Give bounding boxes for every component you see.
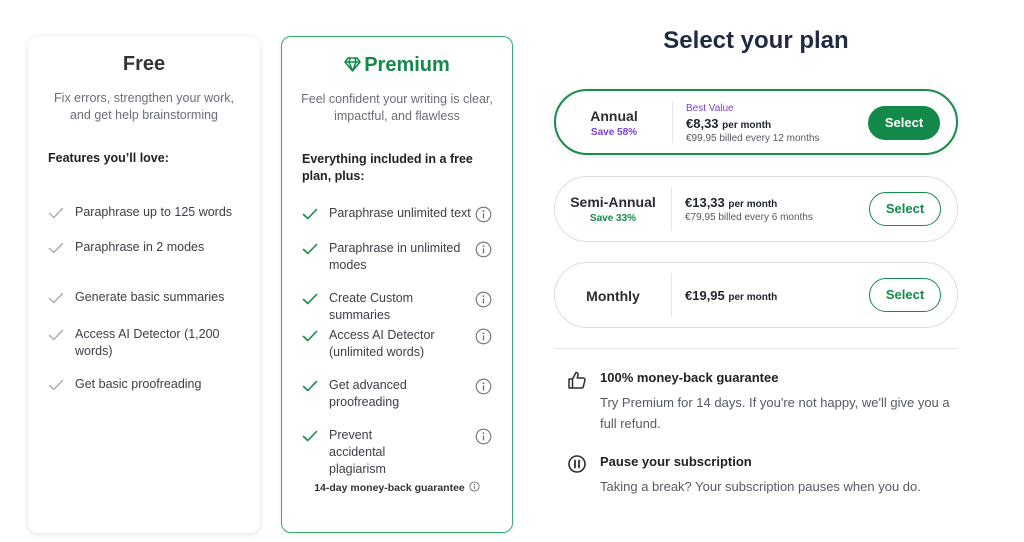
thumbs-up-icon	[568, 371, 586, 389]
plan-name: Monthly	[586, 288, 640, 304]
premium-guarantee-text: 14-day money-back guarantee	[314, 482, 465, 494]
info-icon[interactable]	[475, 206, 492, 223]
select-monthly-button[interactable]: Select	[869, 278, 941, 312]
plan-option-annual[interactable]: Annual Save 58% Best Value €8,33 per mon…	[554, 89, 958, 155]
plan-option-semi-annual[interactable]: Semi-Annual Save 33% €13,33 per month €7…	[554, 176, 958, 242]
plan-price-period: per month	[728, 292, 778, 303]
premium-feature-label: Prevent accidental plagiarism	[329, 428, 386, 476]
premium-plan-description: Feel confident your writing is clear, im…	[301, 92, 493, 123]
premium-feature-label: Create Custom summaries	[329, 291, 414, 322]
free-plan-card: Free Fix errors, strengthen your work, a…	[28, 36, 260, 533]
free-feature-item: Paraphrase in 2 modes	[48, 239, 246, 256]
plan-name: Annual	[590, 108, 638, 124]
free-feature-item: Paraphrase up to 125 words	[48, 204, 246, 221]
info-icon[interactable]	[475, 328, 492, 345]
premium-feature-label: Access AI Detector (unlimited words)	[329, 328, 435, 359]
checkmark-icon	[302, 293, 318, 305]
info-icon[interactable]	[475, 241, 492, 258]
best-value-badge: Best Value	[686, 103, 734, 114]
select-annual-button[interactable]: Select	[868, 106, 940, 140]
plan-divider	[671, 187, 672, 231]
premium-plan-title-text: Premium	[364, 54, 450, 76]
checkmark-icon	[48, 292, 64, 304]
free-feature-item: Get basic proofreading	[48, 376, 246, 393]
checkmark-icon	[302, 430, 318, 442]
info-icon[interactable]	[475, 291, 492, 308]
free-plan-title: Free	[122, 53, 166, 75]
benefit-text: Try Premium for 14 days. If you're not h…	[600, 395, 950, 431]
plan-name: Semi-Annual	[570, 194, 656, 210]
plan-price: €8,33 per month	[686, 116, 771, 131]
plan-option-monthly[interactable]: Monthly €19,95 per month Select	[554, 262, 958, 328]
free-feature-label: Access AI Detector (1,200 words)	[75, 327, 220, 358]
free-feature-label: Paraphrase up to 125 words	[75, 205, 233, 219]
free-feature-label: Generate basic summaries	[75, 290, 225, 304]
plan-price: €19,95 per month	[685, 288, 777, 303]
premium-feature-label: Paraphrase unlimited text	[329, 206, 471, 220]
free-feature-item: Access AI Detector (1,200 words)	[48, 326, 224, 360]
plan-price: €13,33 per month	[685, 195, 777, 210]
premium-feature-label: Paraphrase in unlimited modes	[329, 241, 461, 272]
premium-feature-item: Get advanced proofreading	[302, 377, 498, 411]
plan-divider	[671, 273, 672, 317]
plan-billing-note: €99,95 billed every 12 months	[686, 133, 820, 144]
page-title: Select your plan	[663, 27, 849, 54]
checkmark-icon	[48, 379, 64, 391]
premium-features-heading: Everything included in a free plan, plus…	[302, 152, 473, 183]
checkmark-icon	[48, 329, 64, 341]
free-feature-label: Get basic proofreading	[75, 377, 202, 391]
premium-guarantee-note: 14-day money-back guarantee	[282, 481, 512, 494]
checkmark-icon	[302, 208, 318, 220]
plan-price-period: per month	[728, 199, 778, 210]
premium-feature-item: Paraphrase in unlimited modes	[302, 240, 498, 274]
premium-feature-item: Create Custom summaries	[302, 290, 498, 324]
benefit-text: Taking a break? Your subscription pauses…	[600, 479, 921, 494]
info-icon[interactable]	[469, 481, 480, 492]
select-semi-annual-button[interactable]: Select	[869, 192, 941, 226]
info-icon[interactable]	[475, 378, 492, 395]
premium-feature-label: Get advanced proofreading	[329, 378, 407, 409]
checkmark-icon	[48, 207, 64, 219]
checkmark-icon	[302, 330, 318, 342]
divider	[554, 348, 958, 349]
checkmark-icon	[48, 242, 64, 254]
plan-price-amount: €19,95	[685, 288, 725, 303]
plan-price-amount: €8,33	[686, 116, 719, 131]
premium-feature-item: Paraphrase unlimited text	[302, 205, 498, 223]
premium-feature-item: Prevent accidental plagiarism	[302, 427, 498, 478]
checkmark-icon	[302, 243, 318, 255]
plan-billing-note: €79,95 billed every 6 months	[685, 212, 813, 223]
diamond-icon	[344, 57, 362, 72]
pause-icon	[568, 455, 586, 473]
info-icon[interactable]	[475, 428, 492, 445]
premium-feature-item: Access AI Detector (unlimited words)	[302, 327, 498, 361]
plan-savings: Save 33%	[589, 213, 637, 224]
plan-savings: Save 58%	[590, 127, 638, 138]
benefit-title: Pause your subscription	[600, 454, 752, 469]
checkmark-icon	[302, 380, 318, 392]
benefit-title: 100% money-back guarantee	[600, 370, 779, 385]
plan-price-period: per month	[722, 120, 772, 131]
free-feature-item: Generate basic summaries	[48, 289, 246, 306]
premium-plan-title: Premium	[282, 54, 512, 77]
free-feature-label: Paraphrase in 2 modes	[75, 240, 205, 254]
free-features-heading: Features you’ll love:	[48, 151, 169, 165]
free-plan-description: Fix errors, strengthen your work, and ge…	[54, 91, 234, 122]
plan-divider	[672, 101, 673, 143]
plan-price-amount: €13,33	[685, 195, 725, 210]
premium-plan-card: Premium Feel confident your writing is c…	[281, 36, 513, 533]
